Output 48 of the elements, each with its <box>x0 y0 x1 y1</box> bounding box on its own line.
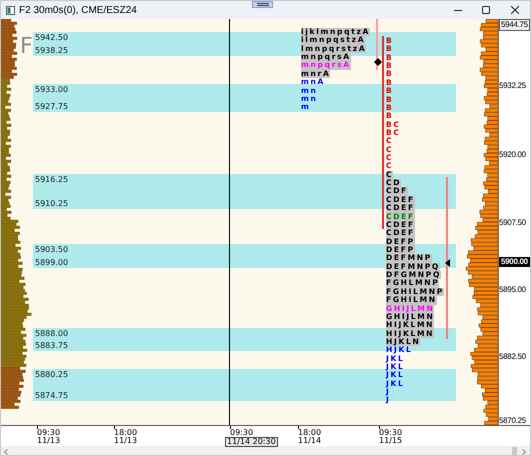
axis-tick <box>114 426 115 429</box>
price-axis-label: 5870.25 <box>499 416 526 426</box>
price-axis-label: 5900.00 <box>499 257 530 267</box>
price-label: 5938.25 <box>35 45 68 56</box>
price-label: 5874.75 <box>35 390 68 401</box>
price-pointer-icon <box>445 259 450 267</box>
chevron-right-icon <box>522 448 526 454</box>
price-axis-label: 5944.75 <box>499 19 530 31</box>
menu-icon <box>256 3 268 6</box>
price-label: 5916.25 <box>35 174 68 185</box>
date-label: 11/14 <box>298 437 322 445</box>
price-label: 5942.50 <box>35 32 68 43</box>
price-label: 5880.25 <box>35 369 68 380</box>
axis-tick <box>230 426 231 429</box>
axis-tick <box>37 426 38 429</box>
price-axis-label: 5907.50 <box>499 218 526 228</box>
price-axis-label: 5920.00 <box>499 150 526 160</box>
time-label: 18:00 <box>298 429 322 437</box>
chart-watermark: F <box>20 35 33 59</box>
close-icon <box>511 6 519 14</box>
price-label: 5888.00 <box>35 328 68 339</box>
axis-tick <box>379 426 380 429</box>
date-label: 11/13 <box>114 437 138 445</box>
time-label: 18:00 <box>114 429 138 437</box>
price-axis-label: 5882.50 <box>499 352 526 362</box>
maximize-icon <box>482 6 490 14</box>
axis-tick <box>298 426 299 429</box>
chevron-left-icon <box>4 448 8 454</box>
price-label: 5903.50 <box>35 244 68 255</box>
app-icon <box>6 6 15 14</box>
scrollbar-thumb[interactable] <box>512 447 517 455</box>
date-label: 11/13 <box>37 437 60 445</box>
price-label: 5910.25 <box>35 198 68 209</box>
time-label: 09:30 <box>379 429 402 437</box>
diamond-marker-icon <box>374 58 382 66</box>
drag-handle-button[interactable] <box>252 1 273 8</box>
time-label: 09:30 <box>37 429 60 437</box>
date-label: 11/15 <box>379 437 402 445</box>
price-label: 5899.00 <box>35 257 68 268</box>
price-label: 5883.75 <box>35 340 68 351</box>
window-title: F2 30m0s(0), CME/ESZ24 <box>19 4 137 18</box>
price-label: 5933.00 <box>35 84 68 95</box>
price-label: 5927.75 <box>35 101 68 112</box>
time-label: 09:30 <box>230 429 254 437</box>
price-axis-label: 5895.00 <box>499 285 526 295</box>
price-axis-label: 5932.25 <box>499 81 526 91</box>
cursor-time-label: 11/14 20:30 <box>225 437 278 447</box>
horizontal-scrollbar[interactable] <box>1 446 530 455</box>
